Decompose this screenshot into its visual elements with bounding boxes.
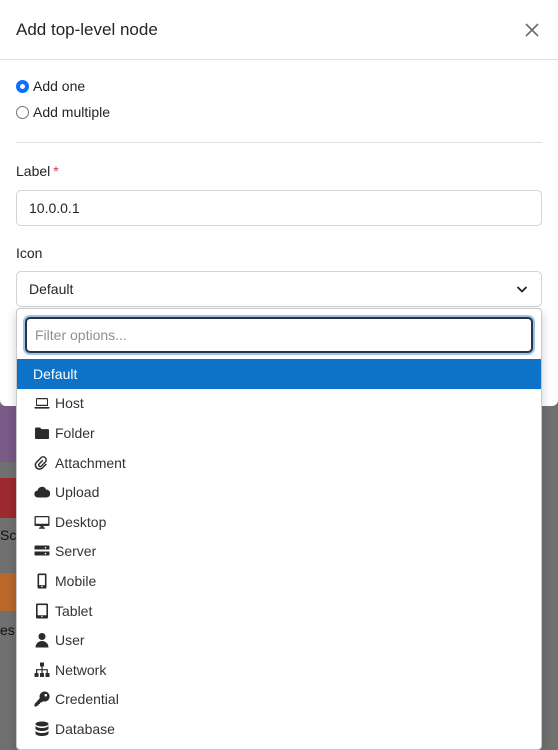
option-label: Folder <box>55 424 95 441</box>
modal-title: Add top-level node <box>16 19 158 39</box>
background-orange-strip <box>0 573 16 611</box>
background-text-fragment: Sc <box>0 527 17 543</box>
key-icon <box>33 690 51 708</box>
icon-field-label: Icon <box>16 245 43 261</box>
option-user[interactable]: User <box>17 625 541 655</box>
database-icon <box>33 720 51 738</box>
add-multiple-radio[interactable]: Add multiple <box>16 104 110 120</box>
option-label: Desktop <box>55 513 107 530</box>
radio-indicator[interactable] <box>16 105 29 119</box>
label-input[interactable]: 10.0.0.1 <box>16 190 542 226</box>
icon-select-value: Default <box>29 281 74 297</box>
option-mobile[interactable]: Mobile <box>17 566 541 596</box>
label-field-label: Label * <box>16 163 59 179</box>
modal-header: Add top-level node <box>0 0 558 60</box>
option-tablet[interactable]: Tablet <box>17 596 541 626</box>
server-icon <box>33 542 51 560</box>
paperclip-icon <box>33 454 51 472</box>
option-network[interactable]: Network <box>17 655 541 685</box>
option-label: Upload <box>55 484 100 501</box>
radio-label: Add one <box>33 78 86 94</box>
background-purple-strip <box>0 406 16 462</box>
option-attachment[interactable]: Attachment <box>17 448 541 478</box>
option-label: Network <box>55 661 107 678</box>
option-label: User <box>55 632 85 649</box>
chevron-down-icon <box>516 286 528 293</box>
filter-wrapper <box>17 309 541 359</box>
close-button[interactable] <box>520 18 544 42</box>
option-database[interactable]: Database <box>17 714 541 744</box>
radio-label: Add multiple <box>33 104 111 120</box>
radio-checked-indicator[interactable] <box>16 79 29 93</box>
laptop-icon <box>33 394 51 412</box>
option-server[interactable]: Server <box>17 537 541 567</box>
folder-icon <box>33 424 51 442</box>
icon-select[interactable]: Default <box>16 271 542 307</box>
option-desktop[interactable]: Desktop <box>17 507 541 537</box>
option-default[interactable]: Default <box>17 359 541 389</box>
add-one-radio[interactable]: Add one <box>16 78 85 94</box>
cloud-icon <box>33 483 51 501</box>
option-folder[interactable]: Folder <box>17 418 541 448</box>
background-text-fragment: es <box>0 622 15 638</box>
section-divider <box>16 142 542 143</box>
required-mark: * <box>53 163 59 179</box>
option-label: Database <box>55 720 115 737</box>
close-icon <box>525 22 539 37</box>
icon-dropdown-menu: Default Host Folder Attachment Upload De… <box>16 308 542 750</box>
option-credential[interactable]: Credential <box>17 685 541 715</box>
tablet-icon <box>33 602 51 620</box>
network-icon <box>33 661 51 679</box>
option-host[interactable]: Host <box>17 389 541 419</box>
option-label: Credential <box>55 691 119 708</box>
label-text: Label <box>16 163 51 179</box>
mobile-icon <box>33 572 51 590</box>
option-label: Default <box>33 365 78 382</box>
option-label: Tablet <box>55 602 93 619</box>
option-label: Host <box>55 395 84 412</box>
background-red-strip <box>0 478 16 518</box>
filter-options-input[interactable] <box>25 317 533 353</box>
option-upload[interactable]: Upload <box>17 477 541 507</box>
option-label: Attachment <box>55 454 126 471</box>
option-label: Server <box>55 543 97 560</box>
desktop-icon <box>33 513 51 531</box>
user-icon <box>33 631 51 649</box>
option-label: Mobile <box>55 572 97 589</box>
